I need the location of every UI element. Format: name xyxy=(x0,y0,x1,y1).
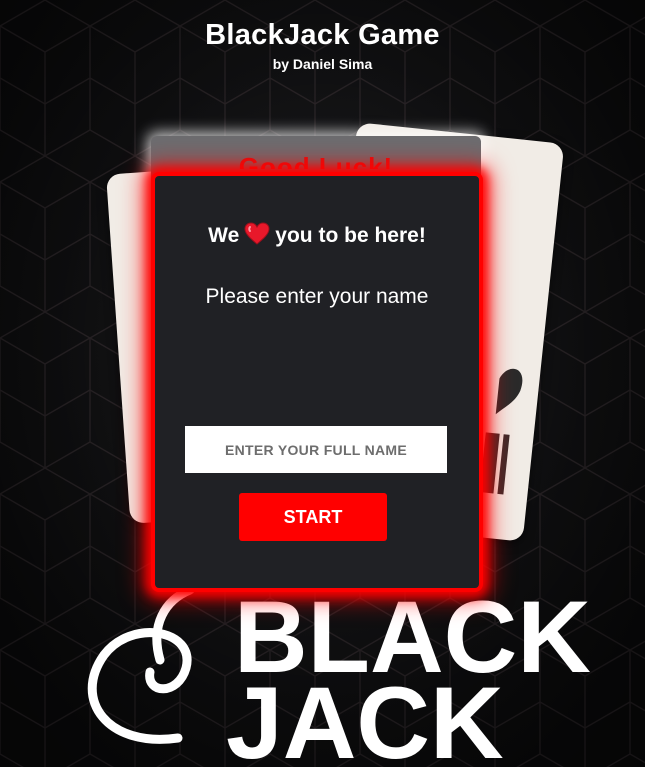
welcome-suffix: you to be here! xyxy=(275,224,426,247)
spade-fragment-icon xyxy=(495,368,523,415)
author-subtitle: by Daniel Sima xyxy=(272,56,373,72)
welcome-prefix: We xyxy=(208,224,240,247)
welcome-message: We you to be here! xyxy=(151,222,483,252)
name-prompt: Please enter your name xyxy=(205,285,429,308)
heart-icon xyxy=(244,222,270,252)
start-button[interactable]: START xyxy=(239,493,387,541)
page-title: BlackJack Game xyxy=(205,19,440,51)
full-name-input[interactable] xyxy=(185,426,447,473)
game-screen: BlackJack Game by Daniel Sima Good Luck!… xyxy=(0,0,645,767)
